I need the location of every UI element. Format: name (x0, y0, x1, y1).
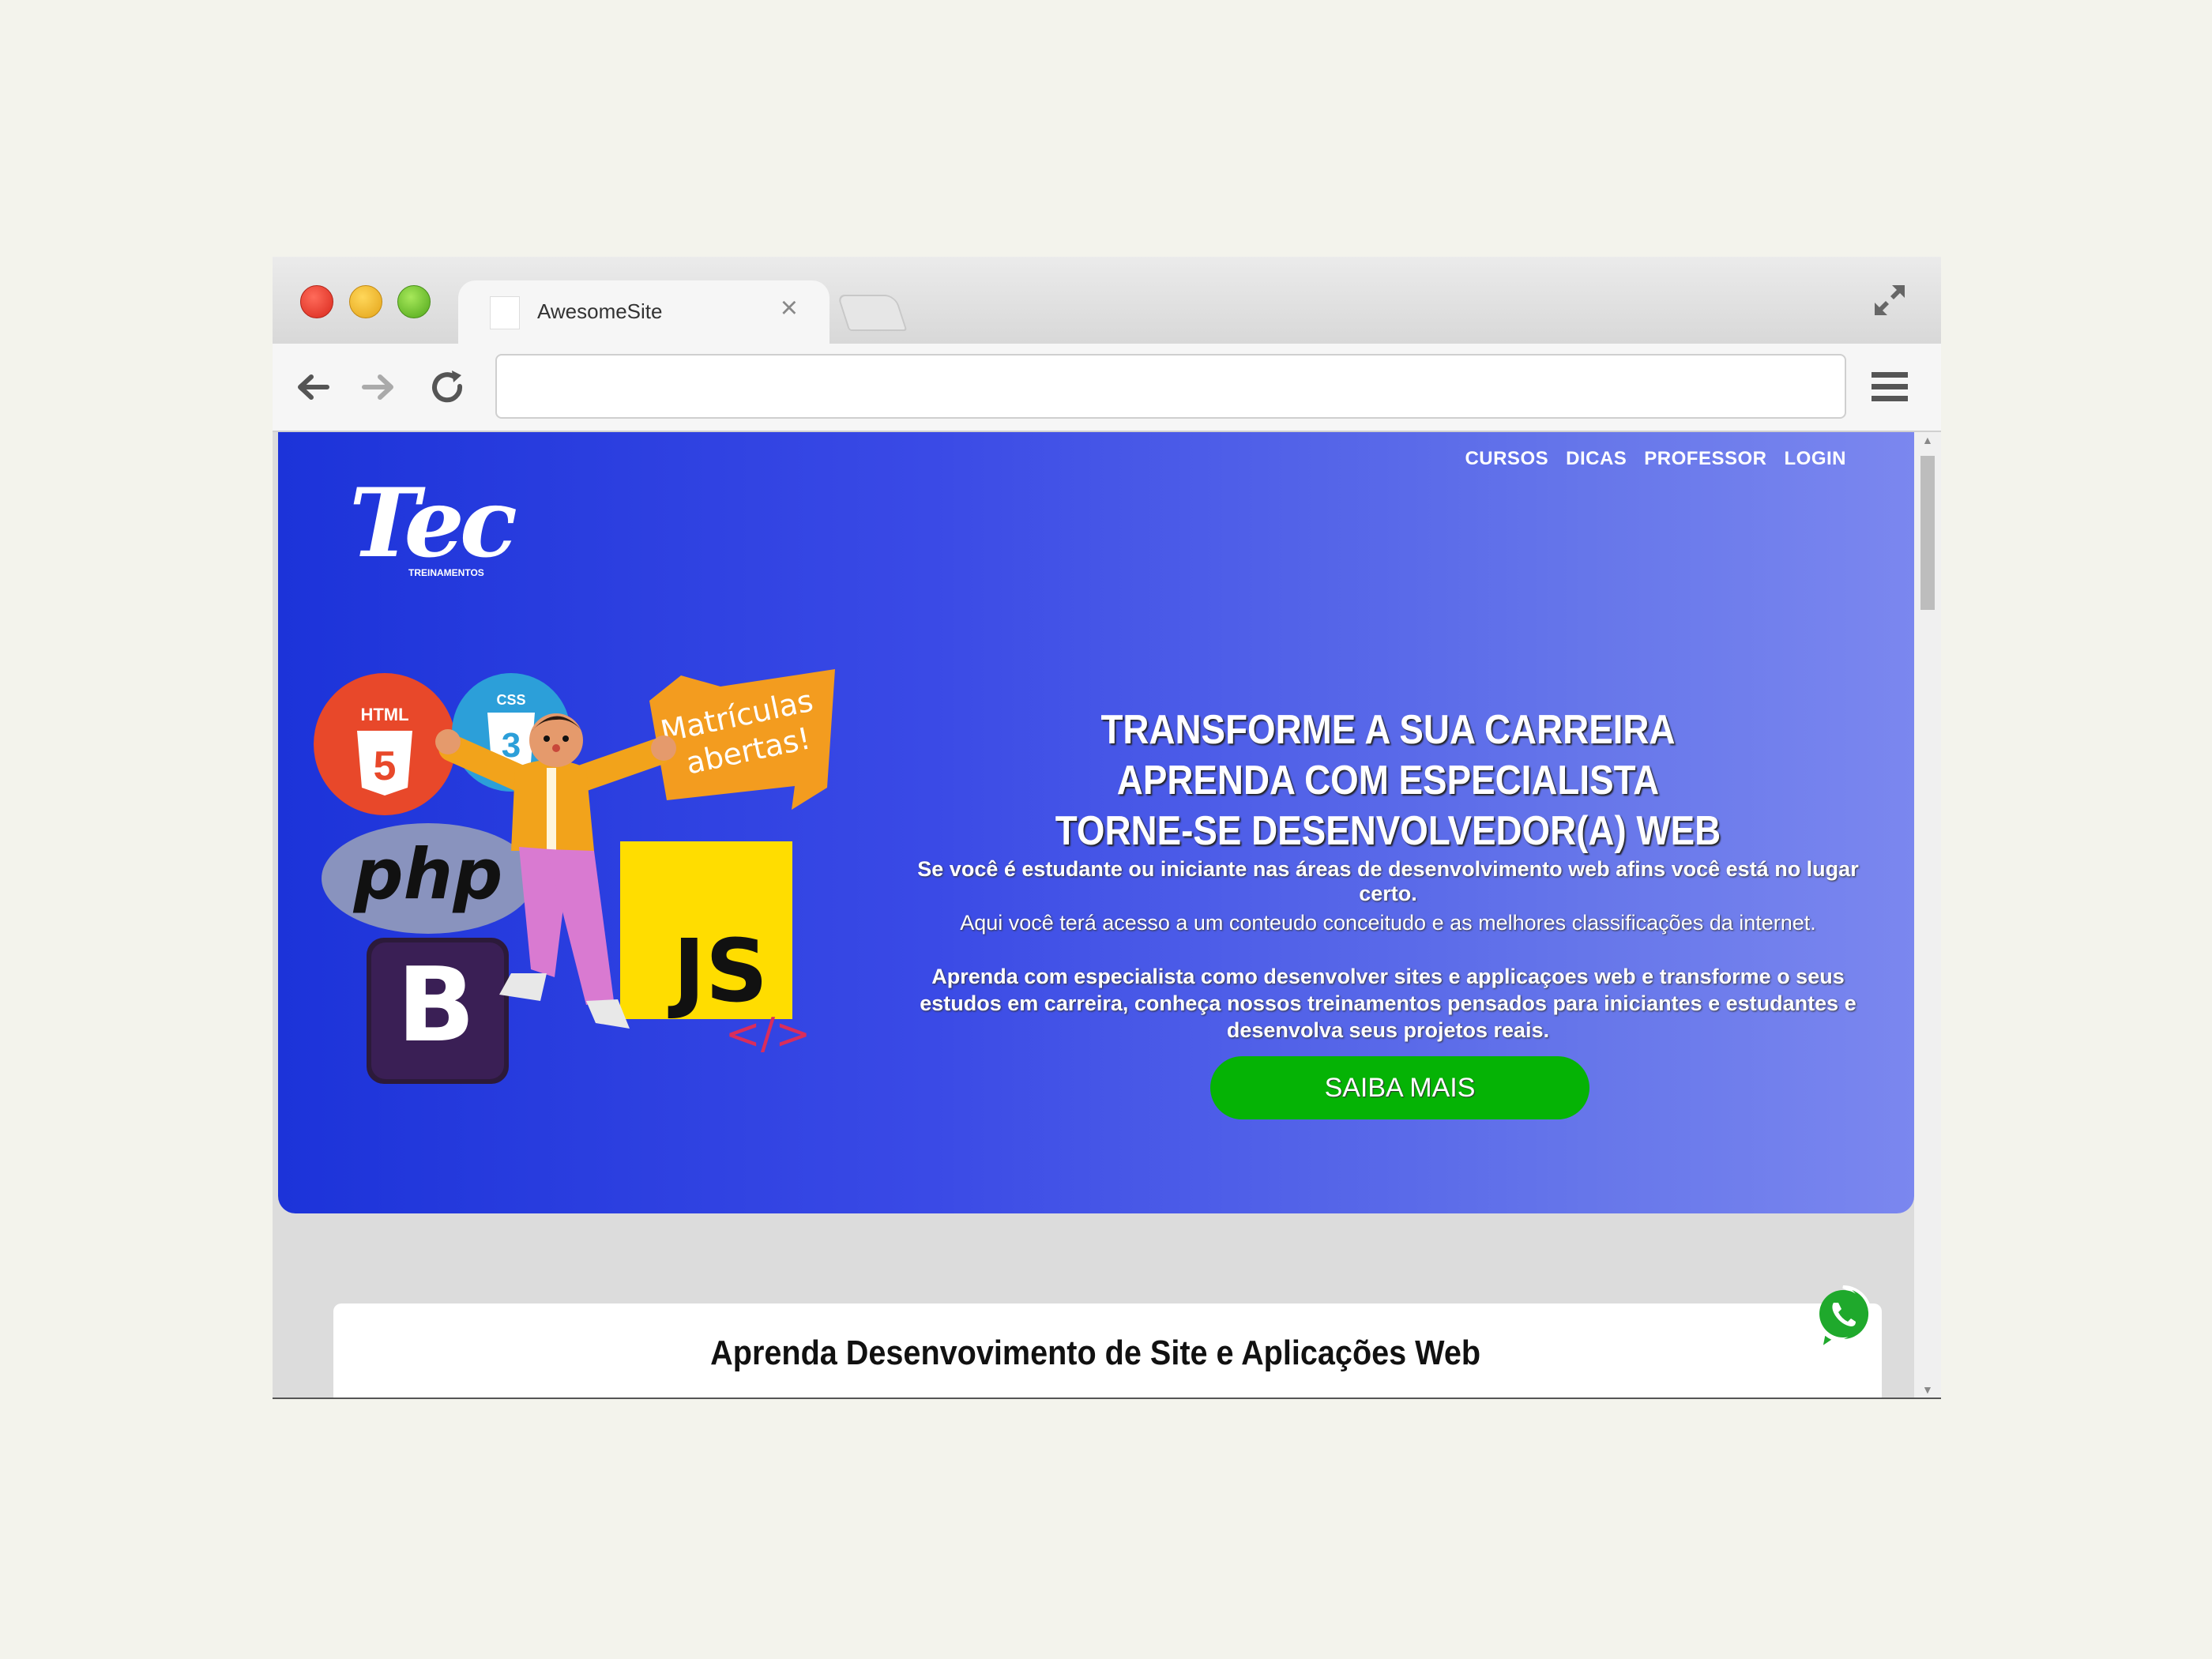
hero-headline: TRANSFORME A SUA CARREIRA APRENDA COM ES… (894, 705, 1882, 856)
site-logo[interactable]: Tec TREINAMENTOS (349, 468, 517, 579)
site-nav: CURSOS DICAS PROFESSOR LOGIN (1465, 448, 1846, 470)
svg-text:HTML: HTML (360, 705, 408, 724)
svg-text:JS: JS (668, 920, 768, 1021)
vertical-scrollbar[interactable]: ▲ ▼ (1914, 432, 1941, 1399)
scroll-up-arrow-icon[interactable]: ▲ (1922, 434, 1933, 446)
close-window-button[interactable] (300, 285, 333, 318)
javascript-logo-icon: JS (620, 841, 792, 1021)
close-icon[interactable]: × (781, 292, 798, 325)
forward-arrow-icon[interactable] (359, 367, 399, 407)
nav-link-professor[interactable]: PROFESSOR (1644, 448, 1766, 470)
svg-text:CSS: CSS (496, 692, 525, 708)
favicon-icon (490, 296, 520, 329)
zoom-window-button[interactable] (397, 285, 431, 318)
php-logo-icon: php (322, 823, 535, 934)
nav-link-dicas[interactable]: DICAS (1566, 448, 1627, 470)
bootstrap-logo-icon: B (367, 938, 509, 1084)
new-tab-button[interactable] (837, 295, 908, 331)
browser-tab[interactable]: AwesomeSite × (458, 280, 830, 344)
hero-section: CURSOS DICAS PROFESSOR LOGIN Tec TREINAM… (278, 432, 1914, 1213)
headline-line: APRENDA COM ESPECIALISTA (1116, 758, 1660, 803)
hamburger-menu-icon[interactable] (1870, 369, 1909, 405)
nav-link-login[interactable]: LOGIN (1785, 448, 1847, 470)
logo-subtext: TREINAMENTOS (408, 567, 484, 578)
content-card: Aprenda Desenvovimento de Site e Aplicaç… (333, 1304, 1882, 1399)
html5-logo-icon: HTML 5 (314, 673, 456, 815)
hero-illustration: HTML 5 CSS 3 php B JS </> Matrículas abe… (314, 669, 835, 1084)
browser-window: AwesomeSite × CURSOS DICAS PROFESSOR LOG… (273, 257, 1941, 1399)
headline-line: TORNE-SE DESENVOLVEDOR(A) WEB (1055, 808, 1721, 854)
address-bar[interactable] (495, 354, 1846, 419)
expand-icon[interactable] (1870, 280, 1909, 320)
whatsapp-icon[interactable] (1813, 1284, 1873, 1352)
window-bottom-edge (273, 1398, 1941, 1399)
nav-link-cursos[interactable]: CURSOS (1465, 448, 1548, 470)
tab-title: AwesomeSite (537, 299, 663, 323)
enrollment-banner: Matrículas abertas! (649, 669, 835, 810)
scroll-down-arrow-icon[interactable]: ▼ (1922, 1383, 1933, 1396)
svg-text:5: 5 (374, 743, 397, 789)
navigation-bar (273, 344, 1941, 432)
logo-text: Tec (349, 468, 517, 579)
headline-line: TRANSFORME A SUA CARREIRA (1100, 707, 1676, 753)
svg-text:B: B (397, 945, 475, 1065)
hero-paragraph-1: Se você é estudante ou iniciante nas áre… (917, 857, 1859, 905)
scrollbar-thumb[interactable] (1920, 456, 1935, 610)
hero-paragraph-2: Aqui você terá acesso a um conteudo conc… (960, 911, 1816, 935)
title-bar: AwesomeSite × (273, 257, 1941, 344)
hero-paragraph-3: Aprenda com especialista como desenvolve… (920, 965, 1856, 1042)
svg-text:php: php (353, 833, 503, 915)
code-tag-icon: </> (725, 1009, 811, 1059)
saiba-mais-button[interactable]: SAIBA MAIS (1210, 1056, 1589, 1119)
back-arrow-icon[interactable] (292, 367, 332, 407)
minimize-window-button[interactable] (349, 285, 382, 318)
section-title: Aprenda Desenvovimento de Site e Aplicaç… (710, 1334, 1481, 1372)
reload-icon[interactable] (428, 367, 468, 407)
page-viewport: CURSOS DICAS PROFESSOR LOGIN Tec TREINAM… (273, 432, 1941, 1399)
